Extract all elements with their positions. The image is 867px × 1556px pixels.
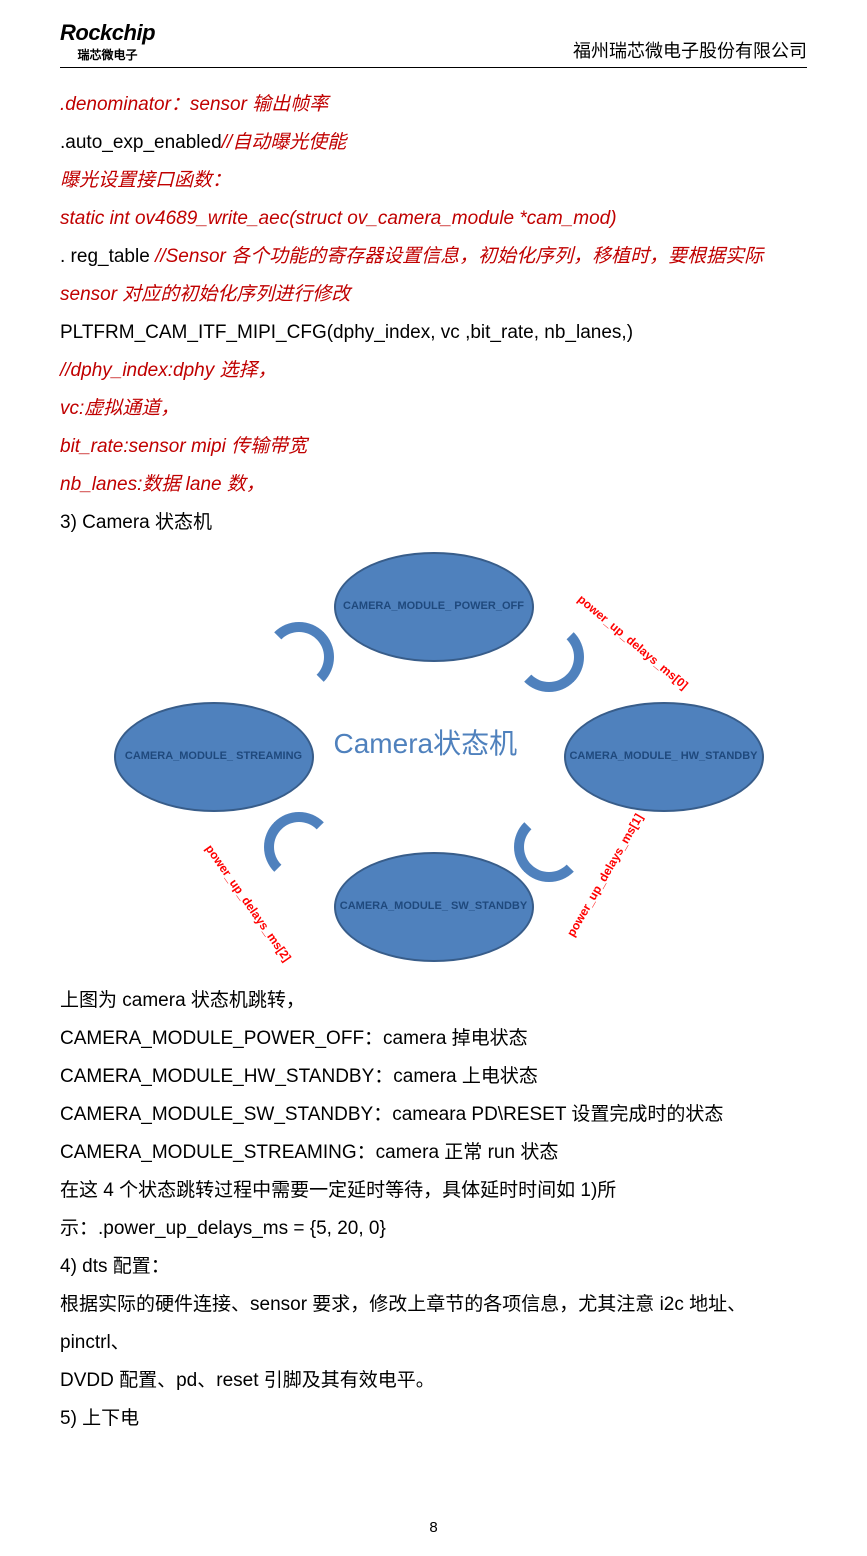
text-line: .auto_exp_enabled//自动曝光使能 xyxy=(60,124,807,162)
code-span: . reg_table xyxy=(60,246,155,267)
state-label: CAMERA_MODULE_ POWER_OFF xyxy=(343,600,524,613)
section-heading: 3) Camera 状态机 xyxy=(60,504,807,542)
comment-span: //Sensor 各个功能的寄存器设置信息，初始化序列，移植时，要根据实际 xyxy=(155,246,763,267)
comment-span: //自动曝光使能 xyxy=(222,132,347,153)
delay-label-0: power_up_delays_ms[0] xyxy=(575,592,691,692)
text-line: 根据实际的硬件连接、sensor 要求，修改上章节的各项信息，尤其注意 i2c … xyxy=(60,1286,807,1362)
text-line: 上图为 camera 状态机跳转， xyxy=(60,982,807,1020)
section-heading: 5) 上下电 xyxy=(60,1400,807,1438)
logo-block: Rockchip 瑞芯微电子 xyxy=(60,20,155,63)
text-line: 示：.power_up_delays_ms = {5, 20, 0} xyxy=(60,1210,807,1248)
text-line: nb_lanes:数据 lane 数， xyxy=(60,466,807,504)
state-hw-standby: CAMERA_MODULE_ HW_STANDBY xyxy=(564,702,764,812)
text-line: PLTFRM_CAM_ITF_MIPI_CFG(dphy_index, vc ,… xyxy=(60,314,807,352)
transition-arrow-icon xyxy=(514,812,584,882)
state-power-off: CAMERA_MODULE_ POWER_OFF xyxy=(334,552,534,662)
text-line: CAMERA_MODULE_POWER_OFF：camera 掉电状态 xyxy=(60,1020,807,1058)
text-line: DVDD 配置、pd、reset 引脚及其有效电平。 xyxy=(60,1362,807,1400)
transition-arrow-icon xyxy=(264,812,334,882)
state-streaming: CAMERA_MODULE_ STREAMING xyxy=(114,702,314,812)
text-line: static int ov4689_write_aec(struct ov_ca… xyxy=(60,200,807,238)
text-line: sensor 对应的初始化序列进行修改 xyxy=(60,276,807,314)
text-line: 在这 4 个状态跳转过程中需要一定延时等待，具体延时时间如 1)所 xyxy=(60,1172,807,1210)
text-line: CAMERA_MODULE_HW_STANDBY：camera 上电状态 xyxy=(60,1058,807,1096)
state-label: CAMERA_MODULE_ HW_STANDBY xyxy=(569,750,757,763)
camera-state-diagram: CAMERA_MODULE_ POWER_OFF CAMERA_MODULE_ … xyxy=(84,552,784,962)
text-line: vc:虚拟通道， xyxy=(60,390,807,428)
text-line: .denominator：sensor 输出帧率 xyxy=(60,86,807,124)
page-number: 8 xyxy=(0,1519,867,1536)
transition-arrow-icon xyxy=(264,622,334,692)
logo-main: Rockchip xyxy=(60,20,155,46)
section-heading: 4) dts 配置： xyxy=(60,1248,807,1286)
company-name: 福州瑞芯微电子股份有限公司 xyxy=(573,37,807,63)
text-line: CAMERA_MODULE_STREAMING：camera 正常 run 状态 xyxy=(60,1134,807,1172)
page-header: Rockchip 瑞芯微电子 福州瑞芯微电子股份有限公司 xyxy=(60,20,807,68)
text-line: bit_rate:sensor mipi 传输带宽 xyxy=(60,428,807,466)
code-span: .auto_exp_enabled xyxy=(60,132,222,153)
state-label: CAMERA_MODULE_ STREAMING xyxy=(125,750,302,763)
text-line: CAMERA_MODULE_SW_STANDBY：cameara PD\RESE… xyxy=(60,1096,807,1134)
text-line: . reg_table //Sensor 各个功能的寄存器设置信息，初始化序列，… xyxy=(60,238,807,276)
state-label: CAMERA_MODULE_ SW_STANDBY xyxy=(340,900,527,913)
transition-arrow-icon xyxy=(514,622,584,692)
text-line: //dphy_index:dphy 选择， xyxy=(60,352,807,390)
state-sw-standby: CAMERA_MODULE_ SW_STANDBY xyxy=(334,852,534,962)
logo-sub: 瑞芯微电子 xyxy=(78,46,138,63)
text-line: 曝光设置接口函数： xyxy=(60,162,807,200)
diagram-title: Camera状态机 xyxy=(334,722,518,762)
